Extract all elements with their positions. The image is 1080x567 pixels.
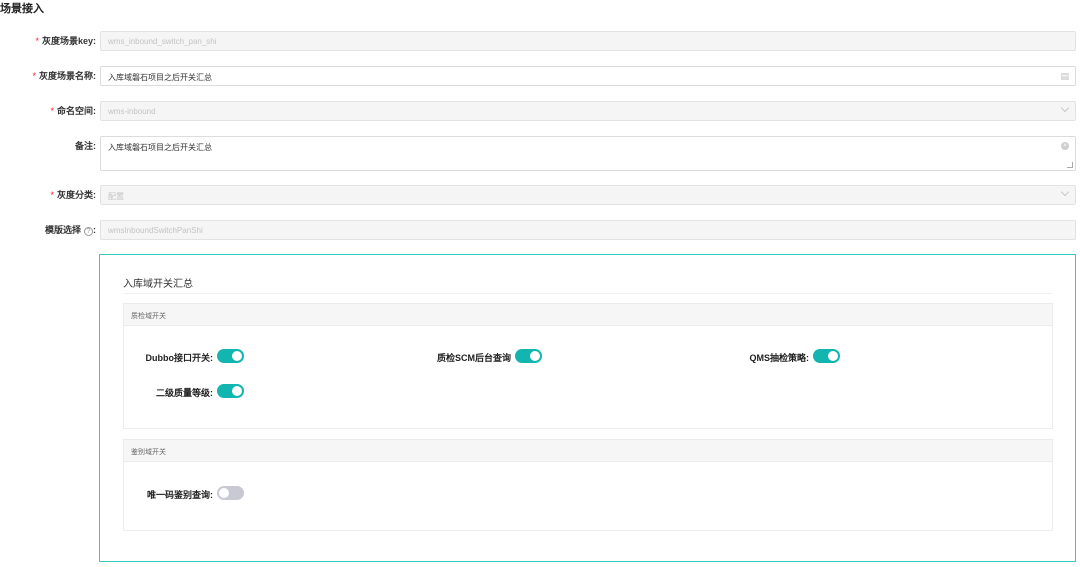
clipboard-icon[interactable]: ▤ — [1060, 71, 1069, 82]
switch-item-quality-level: 二级质量等级: — [124, 384, 244, 398]
required-mark: * — [50, 190, 54, 200]
category-label: * 灰度分类: — [50, 190, 96, 200]
key-label: * 灰度场景key: — [35, 36, 96, 46]
remark-textarea[interactable]: 入库域磐石项目之后开关汇总 × — [100, 136, 1076, 171]
template-input[interactable]: wmsInboundSwitchPanShi — [100, 220, 1076, 240]
group-title: 鉴别域开关 — [124, 440, 1052, 462]
template-label: 模版选择?: — [44, 225, 96, 236]
form-row-category: * 灰度分类: 配置 — [0, 185, 1080, 205]
key-input[interactable]: wms_inbound_switch_pan_shi — [100, 31, 1076, 51]
help-icon[interactable]: ? — [84, 227, 93, 236]
required-mark: * — [35, 36, 39, 46]
name-label: * 灰度场景名称: — [32, 71, 96, 81]
switch-group-quality: 质检域开关 Dubbo接口开关: 质检SCM后台查询 QMS抽检策略: 二级质量… — [123, 303, 1053, 429]
remark-label: 备注: — [75, 141, 96, 151]
qms-toggle[interactable] — [813, 349, 840, 363]
toggle-knob — [828, 351, 838, 361]
clear-icon[interactable]: × — [1061, 142, 1069, 150]
namespace-select[interactable]: wms-inbound — [100, 101, 1076, 121]
unique-code-toggle[interactable] — [217, 486, 244, 500]
category-value: 配置 — [108, 192, 124, 201]
switch-item-unique-code: 唯一码鉴别查询: — [124, 486, 244, 500]
form-row-template: 模版选择?: wmsInboundSwitchPanShi — [0, 220, 1080, 240]
group-title: 质检域开关 — [124, 304, 1052, 326]
panel-divider — [123, 293, 1052, 294]
switch-label: 唯一码鉴别查询: — [147, 490, 213, 500]
form-row-namespace: * 命名空间: wms-inbound — [0, 101, 1080, 121]
toggle-knob — [232, 386, 242, 396]
form-row-remark: 备注: 入库域磐石项目之后开关汇总 × — [0, 136, 1080, 171]
remark-value: 入库域磐石项目之后开关汇总 — [108, 143, 212, 152]
switch-label: QMS抽检策略: — [749, 353, 810, 363]
namespace-label: * 命名空间: — [50, 106, 96, 116]
panel-title: 入库域开关汇总 — [123, 279, 193, 290]
switch-label: 二级质量等级: — [156, 388, 213, 398]
switch-panel: 入库域开关汇总 质检域开关 Dubbo接口开关: 质检SCM后台查询 QMS抽检… — [99, 254, 1076, 562]
name-value: 入库域磐石项目之后开关汇总 — [108, 73, 212, 82]
required-mark: * — [50, 106, 54, 116]
category-select[interactable]: 配置 — [100, 185, 1076, 205]
quality-level-toggle[interactable] — [217, 384, 244, 398]
toggle-knob — [219, 488, 229, 498]
name-input[interactable]: 入库域磐石项目之后开关汇总 ▤ — [100, 66, 1076, 86]
form-row-key: * 灰度场景key: wms_inbound_switch_pan_shi — [0, 31, 1080, 51]
namespace-value: wms-inbound — [108, 107, 156, 116]
form-row-name: * 灰度场景名称: 入库域磐石项目之后开关汇总 ▤ — [0, 66, 1080, 86]
page-title: 场景接入 — [0, 3, 44, 15]
chevron-down-icon — [1060, 103, 1070, 113]
resize-handle-icon[interactable] — [1067, 162, 1073, 168]
switch-group-identify: 鉴别域开关 唯一码鉴别查询: — [123, 439, 1053, 531]
chevron-down-icon — [1060, 187, 1070, 197]
required-mark: * — [32, 71, 36, 81]
switch-item-qms: QMS抽检策略: — [124, 349, 840, 363]
